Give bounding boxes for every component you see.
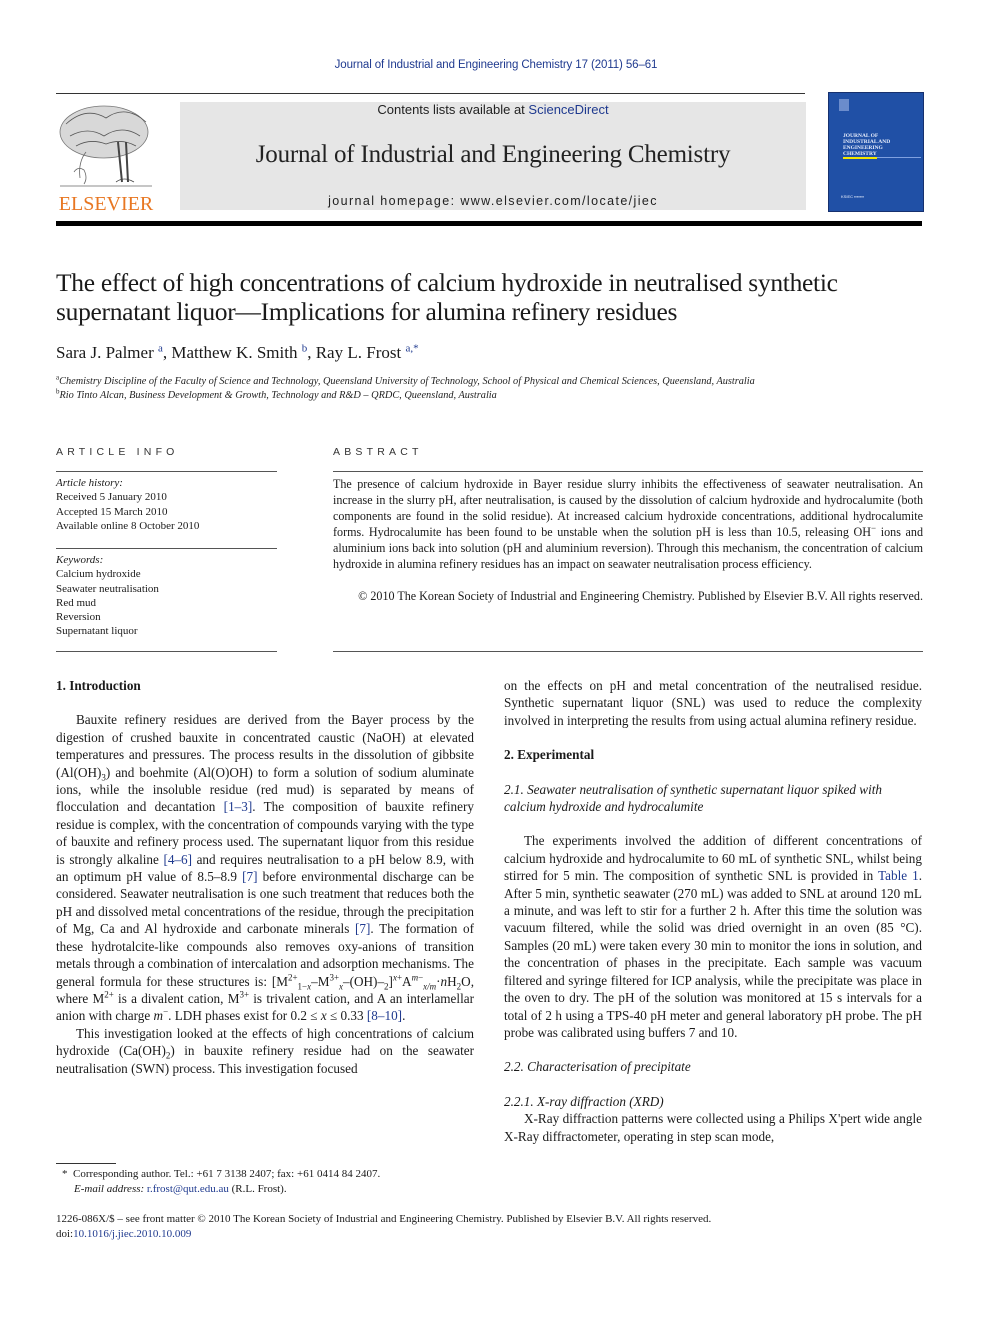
history-received: Received 5 January 2010	[56, 491, 167, 504]
subsection-2-1-paragraph: The experiments involved the addition of…	[504, 832, 922, 1041]
left-column: 1. Introduction Bauxite refinery residue…	[56, 677, 474, 1077]
elsevier-wordmark: ELSEVIER	[58, 193, 154, 215]
header-thick-rule	[56, 221, 922, 226]
affiliation-a: aChemistry Discipline of the Faculty of …	[56, 374, 755, 387]
keyword: Seawater neutralisation	[56, 582, 159, 595]
article-info-heading: ARTICLE INFO	[56, 446, 179, 458]
subsection-heading-2-2: 2.2. Characterisation of precipitate	[504, 1059, 691, 1075]
abstract-text: The presence of calcium hydroxide in Bay…	[333, 476, 923, 572]
footnote-mark: *	[62, 1168, 68, 1180]
intro-paragraph-2-continued: on the effects on pH and metal concentra…	[504, 678, 922, 728]
top-rule	[56, 93, 805, 94]
affiliation-marker[interactable]: a,*	[405, 342, 418, 354]
cover-title: JOURNAL OF INDUSTRIAL AND ENGINEERING CH…	[843, 133, 890, 157]
formula-part: 2+	[287, 972, 298, 983]
keyword: Red mud	[56, 596, 97, 609]
abstract-heading: ABSTRACT	[333, 446, 423, 458]
keywords-end-rule	[56, 651, 277, 652]
doi-link[interactable]: 10.1016/j.jiec.2010.10.009	[73, 1228, 191, 1240]
subsection-heading-2-1: 2.1. Seawater neutralisation of syntheti…	[504, 781, 883, 815]
author-separator: ,	[307, 343, 316, 362]
text: is a divalent cation, M	[113, 990, 240, 1006]
cover-accent-bar	[843, 157, 877, 159]
doi-label: doi:	[56, 1228, 74, 1240]
section-heading-experimental: 2. Experimental	[504, 747, 595, 763]
keywords-rule	[56, 548, 277, 549]
article-history-label: Article history:	[56, 477, 123, 489]
email-link[interactable]: r.frost@qut.edu.au	[147, 1183, 229, 1195]
cover-society-logo-icon: KSIEC ▪▪▪▪▪▪▪	[841, 194, 865, 199]
journal-cover-image[interactable]: JOURNAL OF INDUSTRIAL AND ENGINEERING CH…	[828, 92, 924, 212]
abstract-text-part: The presence of calcium hydroxide in Bay…	[333, 477, 923, 539]
formula-part: 1−x	[297, 981, 312, 992]
keywords: Keywords: Calcium hydroxide Seawater neu…	[56, 553, 159, 639]
cover-accent-line	[877, 157, 921, 158]
article-info-rule	[56, 471, 277, 472]
corresponding-author-footnote: * Corresponding author. Tel.: +61 7 3138…	[62, 1167, 380, 1197]
keywords-label: Keywords:	[56, 554, 104, 566]
email-suffix: (R.L. Frost).	[228, 1183, 287, 1195]
subsection-2-2-1-paragraph: X-Ray diffraction patterns were collecte…	[504, 1111, 922, 1144]
history-accepted: Accepted 15 March 2010	[56, 505, 168, 518]
paper-title: The effect of high concentrations of cal…	[56, 268, 926, 326]
article-history: Article history: Received 5 January 2010…	[56, 476, 199, 533]
right-column: on the effects on pH and metal concentra…	[504, 677, 922, 1145]
paper-title-line-1: The effect of high concentrations of cal…	[56, 268, 838, 297]
running-head[interactable]: Journal of Industrial and Engineering Ch…	[0, 59, 992, 71]
contents-prefix: Contents lists available at	[377, 102, 529, 117]
email-label: E-mail address:	[74, 1183, 147, 1195]
table-1-link[interactable]: Table 1	[878, 868, 919, 883]
footnote-contact: Corresponding author. Tel.: +61 7 3138 2…	[73, 1168, 381, 1180]
text: ≤ 0.33	[326, 1008, 367, 1024]
citation-link[interactable]: [1–3]	[224, 799, 253, 814]
text: . LDH phases exist for 0.2 ≤	[168, 1008, 321, 1024]
paper-title-line-2: supernatant liquor—Implications for alum…	[56, 297, 678, 326]
formula-part: x/m	[423, 981, 437, 992]
keyword: Reversion	[56, 611, 101, 624]
page-footer: 1226-086X/$ – see front matter © 2010 Th…	[56, 1212, 711, 1242]
elsevier-tree-icon	[59, 105, 152, 187]
sciencedirect-link[interactable]: ScienceDirect	[528, 102, 608, 117]
footnote-rule	[56, 1163, 116, 1164]
citation-link[interactable]: [7]	[355, 921, 370, 936]
affiliation-text: Rio Tinto Alcan, Business Development & …	[59, 390, 497, 401]
citation-link[interactable]: [7]	[242, 869, 257, 884]
section-heading-introduction: 1. Introduction	[56, 678, 141, 693]
author-name: Matthew K. Smith	[171, 343, 298, 362]
affiliation-text: Chemistry Discipline of the Faculty of S…	[59, 376, 755, 387]
contents-line: Contents lists available at ScienceDirec…	[180, 102, 806, 117]
formula-part: 3+	[239, 989, 250, 1000]
citation-link[interactable]: [4–6]	[163, 852, 192, 867]
journal-homepage-link[interactable]: journal homepage: www.elsevier.com/locat…	[180, 194, 806, 208]
keyword: Supernatant liquor	[56, 625, 138, 638]
journal-citation-link[interactable]: Journal of Industrial and Engineering Ch…	[335, 59, 658, 71]
formula-part: 2+	[104, 989, 114, 1000]
text: .	[402, 1008, 406, 1024]
author-name: Sara J. Palmer	[56, 343, 154, 362]
author-list: Sara J. Palmer a, Matthew K. Smith b, Ra…	[56, 343, 419, 363]
citation-link[interactable]: [8–10]	[367, 1008, 402, 1023]
keyword: Calcium hydroxide	[56, 568, 141, 581]
history-online: Available online 8 October 2010	[56, 519, 200, 532]
intro-paragraph-2: This investigation looked at the effects…	[56, 1025, 474, 1077]
text: The experiments involved the addition of…	[504, 833, 922, 884]
formula-part: m−	[411, 972, 424, 983]
formula-part: x+	[392, 972, 403, 983]
intro-paragraph-1: Bauxite refinery residues are derived fr…	[56, 712, 474, 1024]
text: . After 5 min, synthetic seawater (270 m…	[504, 868, 922, 1040]
abstract-copyright: © 2010 The Korean Society of Industrial …	[358, 589, 923, 603]
formula-part: 3+	[329, 972, 340, 983]
abstract-end-rule	[333, 651, 923, 652]
formula-part: 2	[456, 981, 462, 992]
cover-publisher-icon	[839, 99, 849, 111]
abstract-rule	[333, 471, 923, 472]
front-matter-notice: 1226-086X/$ – see front matter © 2010 Th…	[56, 1213, 712, 1225]
formula-part: x	[339, 981, 344, 992]
author-name: Ray L. Frost	[315, 343, 402, 362]
affiliation-b: bRio Tinto Alcan, Business Development &…	[56, 388, 497, 401]
subsection-heading-2-2-1: 2.2.1. X-ray diffraction (XRD)	[504, 1093, 664, 1109]
journal-title: Journal of Industrial and Engineering Ch…	[255, 141, 731, 168]
